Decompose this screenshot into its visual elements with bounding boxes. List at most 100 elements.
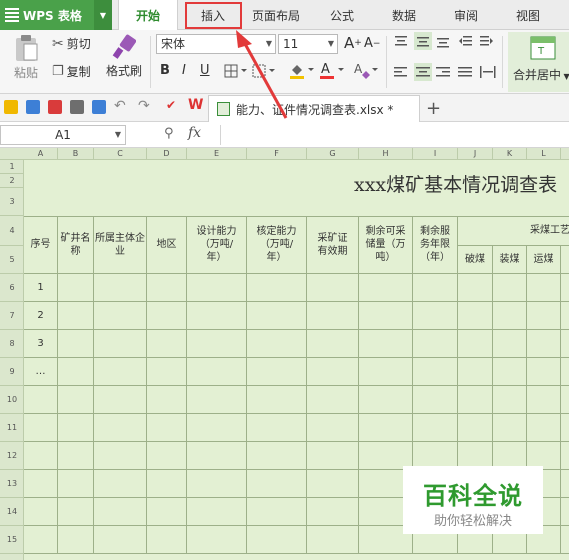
- table-cell[interactable]: [147, 526, 187, 554]
- table-cell[interactable]: [187, 330, 247, 358]
- col-header-e[interactable]: E: [187, 148, 247, 160]
- tab-formulas[interactable]: 公式: [314, 0, 370, 30]
- header-cell-remaining-years[interactable]: 剩余服务年限（年）: [413, 216, 458, 274]
- row-header[interactable]: 3: [0, 188, 24, 216]
- table-cell[interactable]: [147, 330, 187, 358]
- col-header-a[interactable]: A: [24, 148, 58, 160]
- table-cell[interactable]: [493, 414, 527, 442]
- table-cell[interactable]: [247, 302, 307, 330]
- table-cell[interactable]: [493, 386, 527, 414]
- table-cell[interactable]: [187, 498, 247, 526]
- header-cell-remaining-reserve[interactable]: 剩余可采储量（万吨）: [359, 216, 413, 274]
- justify-button[interactable]: [458, 65, 472, 79]
- table-cell[interactable]: [458, 414, 493, 442]
- table-cell[interactable]: [359, 330, 413, 358]
- table-cell[interactable]: [307, 386, 359, 414]
- table-cell[interactable]: [247, 330, 307, 358]
- undo-icon[interactable]: ↶: [114, 98, 126, 114]
- col-header-j[interactable]: J: [458, 148, 493, 160]
- table-cell[interactable]: [527, 386, 561, 414]
- col-header-f[interactable]: F: [247, 148, 307, 160]
- seq-cell[interactable]: 1: [24, 274, 58, 302]
- table-cell[interactable]: [94, 442, 147, 470]
- row-header[interactable]: 1: [0, 160, 24, 174]
- font-color-button[interactable]: A: [318, 61, 346, 79]
- table-cell[interactable]: [561, 470, 569, 498]
- table-cell[interactable]: [493, 274, 527, 302]
- table-cell[interactable]: [413, 330, 458, 358]
- table-cell[interactable]: [527, 358, 561, 386]
- table-cell[interactable]: [147, 414, 187, 442]
- table-cell[interactable]: [307, 302, 359, 330]
- table-cell[interactable]: [458, 358, 493, 386]
- clear-format-button[interactable]: A: [352, 61, 378, 79]
- table-cell[interactable]: [187, 274, 247, 302]
- table-cell[interactable]: [147, 470, 187, 498]
- row-header[interactable]: 9: [0, 358, 24, 386]
- table-cell[interactable]: [561, 330, 569, 358]
- header-cell-mining-process[interactable]: 采煤工艺: [458, 216, 569, 246]
- tab-page-layout[interactable]: 页面布局: [246, 0, 306, 30]
- table-cell[interactable]: [307, 498, 359, 526]
- table-cell[interactable]: [147, 358, 187, 386]
- table-cell[interactable]: [187, 358, 247, 386]
- customize-icon[interactable]: ✔: [166, 98, 176, 112]
- table-cell[interactable]: [493, 302, 527, 330]
- table-cell[interactable]: [58, 386, 94, 414]
- tab-review[interactable]: 审阅: [438, 0, 494, 30]
- header-cell-next[interactable]: [561, 246, 569, 274]
- paste-button[interactable]: 粘贴: [6, 34, 46, 81]
- seq-cell[interactable]: 2: [24, 302, 58, 330]
- table-cell[interactable]: [527, 330, 561, 358]
- col-header-l[interactable]: L: [527, 148, 561, 160]
- copy-button[interactable]: ❐ 复制: [52, 63, 91, 80]
- table-cell[interactable]: [307, 470, 359, 498]
- redo-icon[interactable]: ↷: [138, 98, 150, 114]
- header-cell-verified-capacity[interactable]: 核定能力（万吨/年）: [247, 216, 307, 274]
- align-bottom-button[interactable]: [436, 34, 450, 48]
- table-cell[interactable]: [413, 302, 458, 330]
- table-cell[interactable]: [458, 274, 493, 302]
- table-cell[interactable]: [94, 470, 147, 498]
- header-cell-transport[interactable]: 运煤: [527, 246, 561, 274]
- tab-view[interactable]: 视图: [500, 0, 556, 30]
- table-cell[interactable]: [527, 274, 561, 302]
- table-cell[interactable]: [247, 498, 307, 526]
- table-cell[interactable]: [493, 358, 527, 386]
- row-header[interactable]: 4: [0, 216, 24, 246]
- cut-button[interactable]: ✂ 剪切: [52, 35, 91, 52]
- zoom-icon[interactable]: ⚲: [164, 126, 174, 141]
- row-header[interactable]: 14: [0, 498, 24, 526]
- add-tab-button[interactable]: +: [426, 98, 441, 119]
- table-cell[interactable]: [307, 526, 359, 554]
- table-cell[interactable]: [147, 386, 187, 414]
- underline-button[interactable]: U: [200, 63, 210, 78]
- row-header[interactable]: 13: [0, 470, 24, 498]
- merge-center-button[interactable]: 合并居中 ▼: [513, 66, 569, 83]
- header-cell-owner[interactable]: 所属主体企业: [94, 216, 147, 274]
- table-cell[interactable]: [187, 386, 247, 414]
- cell-style-button[interactable]: [252, 64, 278, 78]
- col-header-d[interactable]: D: [147, 148, 187, 160]
- increase-indent-button[interactable]: [480, 34, 494, 48]
- table-cell[interactable]: [94, 274, 147, 302]
- table-cell[interactable]: [307, 442, 359, 470]
- pdf-icon[interactable]: [48, 100, 62, 114]
- folder-icon[interactable]: [4, 100, 18, 114]
- table-cell[interactable]: [187, 414, 247, 442]
- table-cell[interactable]: [527, 414, 561, 442]
- table-cell[interactable]: [359, 274, 413, 302]
- decrease-indent-button[interactable]: [458, 34, 472, 48]
- header-cell-region[interactable]: 地区: [147, 216, 187, 274]
- fill-color-button[interactable]: [288, 61, 316, 79]
- seq-cell[interactable]: [24, 470, 58, 498]
- seq-cell[interactable]: [24, 526, 58, 554]
- table-cell[interactable]: [307, 274, 359, 302]
- col-header-c[interactable]: C: [94, 148, 147, 160]
- table-cell[interactable]: [247, 442, 307, 470]
- table-cell[interactable]: [359, 302, 413, 330]
- table-cell[interactable]: [147, 498, 187, 526]
- table-cell[interactable]: [413, 414, 458, 442]
- align-middle-button[interactable]: [414, 32, 432, 50]
- app-menu-button[interactable]: WPS 表格 ▼: [0, 0, 112, 30]
